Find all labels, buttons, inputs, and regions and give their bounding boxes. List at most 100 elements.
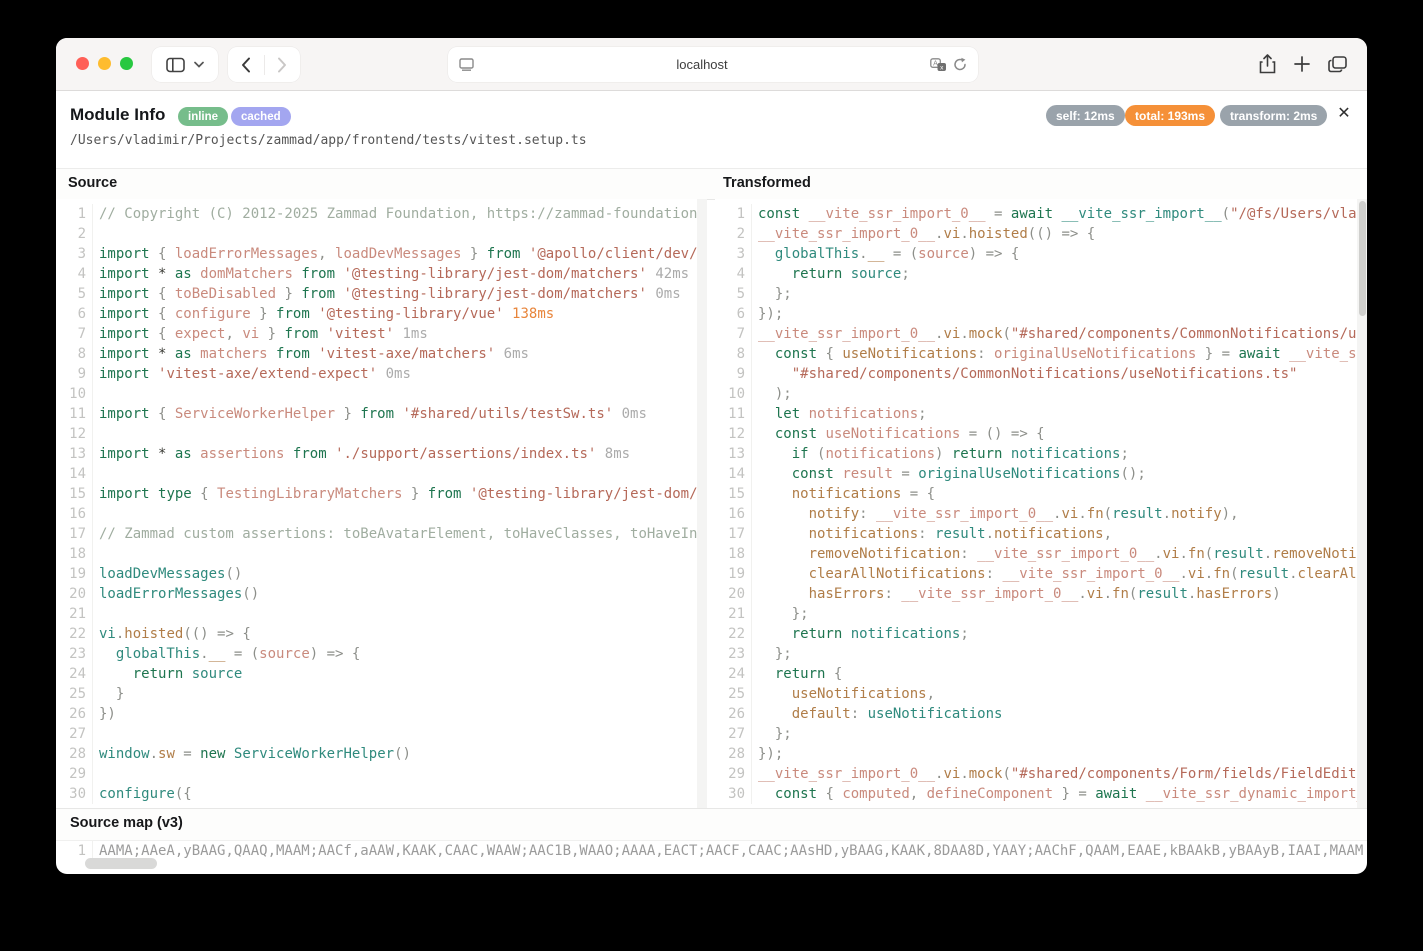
share-icon xyxy=(1259,54,1276,74)
reload-icon[interactable] xyxy=(953,57,967,72)
sidebar-toggle-button[interactable] xyxy=(152,47,218,82)
forward-button[interactable] xyxy=(265,57,300,73)
code-line: 5import { toBeDisabled } from '@testing-… xyxy=(56,284,707,304)
back-button[interactable] xyxy=(229,57,264,73)
code-line: 10 ); xyxy=(715,384,1367,404)
code-line: 2__vite_ssr_import_0__.vi.hoisted(() => … xyxy=(715,224,1367,244)
code-line: 3import { loadErrorMessages, loadDevMess… xyxy=(56,244,707,264)
sourcemap-title: Source map (v3) xyxy=(70,815,183,831)
code-line: 29 xyxy=(56,764,707,784)
transformed-code: 1const __vite_ssr_import_0__ = await __v… xyxy=(715,199,1367,804)
url-text: localhost xyxy=(474,57,930,72)
code-line: 13import * as assertions from './support… xyxy=(56,444,707,464)
code-line: 12 const useNotifications = () => { xyxy=(715,424,1367,444)
code-line: 26}) xyxy=(56,704,707,724)
code-line: 16 notify: __vite_ssr_import_0__.vi.fn(r… xyxy=(715,504,1367,524)
source-panel-title: Source xyxy=(68,175,117,191)
code-line: 7__vite_ssr_import_0__.vi.mock("#shared/… xyxy=(715,324,1367,344)
code-line: 18 removeNotification: __vite_ssr_import… xyxy=(715,544,1367,564)
file-path: /Users/vladimir/Projects/zammad/app/fron… xyxy=(70,133,587,148)
code-line: 7import { expect, vi } from 'vitest' 1ms xyxy=(56,324,707,344)
code-line: 19loadDevMessages() xyxy=(56,564,707,584)
sourcemap-line: 1 AAMA;AAeA,yBAAG,QAAQ,MAAM;AACf,aAAW,KA… xyxy=(56,840,1367,862)
source-panel: 1// Copyright (C) 2012-2025 Zammad Found… xyxy=(56,199,707,808)
code-line: 12 xyxy=(56,424,707,444)
code-line: 6import { configure } from '@testing-lib… xyxy=(56,304,707,324)
code-line: 11import { ServiceWorkerHelper } from '#… xyxy=(56,404,707,424)
code-line: 22vi.hoisted(() => { xyxy=(56,624,707,644)
new-tab-button[interactable] xyxy=(1287,50,1317,78)
chevron-right-icon xyxy=(277,57,287,73)
code-line: 24 return { xyxy=(715,664,1367,684)
code-line: 28window.sw = new ServiceWorkerHelper() xyxy=(56,744,707,764)
sourcemap-hscrollbar-thumb[interactable] xyxy=(85,858,157,869)
code-line: 4 return source; xyxy=(715,264,1367,284)
code-line: 13 if (notifications) return notificatio… xyxy=(715,444,1367,464)
code-line: 10 xyxy=(56,384,707,404)
code-line: 23 }; xyxy=(715,644,1367,664)
code-line: 17 notifications: result.notifications, xyxy=(715,524,1367,544)
page-title: Module Info xyxy=(70,105,165,125)
panel-header-row: Source Transformed xyxy=(56,168,1367,200)
source-code: 1// Copyright (C) 2012-2025 Zammad Found… xyxy=(56,199,707,804)
code-line: 16 xyxy=(56,504,707,524)
code-line: 21 xyxy=(56,604,707,624)
code-line: 30configure({ xyxy=(56,784,707,804)
plus-icon xyxy=(1294,56,1310,72)
code-line: 26 default: useNotifications xyxy=(715,704,1367,724)
code-line: 20 hasErrors: __vite_ssr_import_0__.vi.f… xyxy=(715,584,1367,604)
code-line: 17// Zammad custom assertions: toBeAvata… xyxy=(56,524,707,544)
code-line: 14 const result = originalUseNotificatio… xyxy=(715,464,1367,484)
sourcemap-mappings: AAMA;AAeA,yBAAG,QAAQ,MAAM;AACf,aAAW,KAAK… xyxy=(93,840,1367,862)
nav-button-group xyxy=(228,47,300,82)
code-line: 27 xyxy=(56,724,707,744)
code-line: 14 xyxy=(56,464,707,484)
code-line: 6}); xyxy=(715,304,1367,324)
code-line: 15 notifications = { xyxy=(715,484,1367,504)
traffic-light-minimize[interactable] xyxy=(98,57,111,70)
transformed-scrollbar-thumb[interactable] xyxy=(1359,201,1366,316)
code-line: 24 return source xyxy=(56,664,707,684)
close-icon: ✕ xyxy=(1337,103,1350,123)
metric-total: total: 193ms xyxy=(1125,105,1215,126)
code-line: 18 xyxy=(56,544,707,564)
badge-inline: inline xyxy=(178,107,228,126)
code-line: 1const __vite_ssr_import_0__ = await __v… xyxy=(715,204,1367,224)
traffic-light-close[interactable] xyxy=(76,57,89,70)
chevron-left-icon xyxy=(241,57,251,73)
code-line: 29__vite_ssr_import_0__.vi.mock("#shared… xyxy=(715,764,1367,784)
tabs-icon xyxy=(1328,56,1347,73)
metric-transform: transform: 2ms xyxy=(1220,105,1327,126)
code-line: 9 "#shared/components/CommonNotification… xyxy=(715,364,1367,384)
code-line: 1// Copyright (C) 2012-2025 Zammad Found… xyxy=(56,204,707,224)
module-header: Module Info inline cached self: 12ms tot… xyxy=(56,91,1367,168)
transformed-panel-title: Transformed xyxy=(723,175,811,191)
code-line: 5 }; xyxy=(715,284,1367,304)
share-button[interactable] xyxy=(1252,50,1282,78)
close-button[interactable]: ✕ xyxy=(1334,103,1354,123)
browser-toolbar: localhost Ax xyxy=(56,38,1367,91)
code-line: 8import * as matchers from 'vitest-axe/m… xyxy=(56,344,707,364)
badge-cached: cached xyxy=(231,107,291,126)
source-scrollbar[interactable] xyxy=(697,199,707,808)
code-line: 11 let notifications; xyxy=(715,404,1367,424)
page-icon xyxy=(459,58,474,71)
code-line: 19 clearAllNotifications: __vite_ssr_imp… xyxy=(715,564,1367,584)
code-line: 28}); xyxy=(715,744,1367,764)
transformed-scrollbar[interactable] xyxy=(1357,199,1367,808)
translate-icon[interactable]: Ax xyxy=(930,58,947,72)
code-line: 22 return notifications; xyxy=(715,624,1367,644)
sourcemap-header: Source map (v3) xyxy=(56,808,1367,841)
browser-window: localhost Ax Module Info inline cached s… xyxy=(56,38,1367,874)
tab-overview-button[interactable] xyxy=(1322,50,1352,78)
sidebar-icon xyxy=(166,57,185,73)
code-line: 20loadErrorMessages() xyxy=(56,584,707,604)
metric-self: self: 12ms xyxy=(1046,105,1125,126)
code-line: 9import 'vitest-axe/extend-expect' 0ms xyxy=(56,364,707,384)
url-field[interactable]: localhost Ax xyxy=(448,47,978,82)
code-line: 4import * as domMatchers from '@testing-… xyxy=(56,264,707,284)
code-line: 3 globalThis.__ = (source) => { xyxy=(715,244,1367,264)
traffic-light-zoom[interactable] xyxy=(120,57,133,70)
code-line: 2 xyxy=(56,224,707,244)
code-line: 25 useNotifications, xyxy=(715,684,1367,704)
